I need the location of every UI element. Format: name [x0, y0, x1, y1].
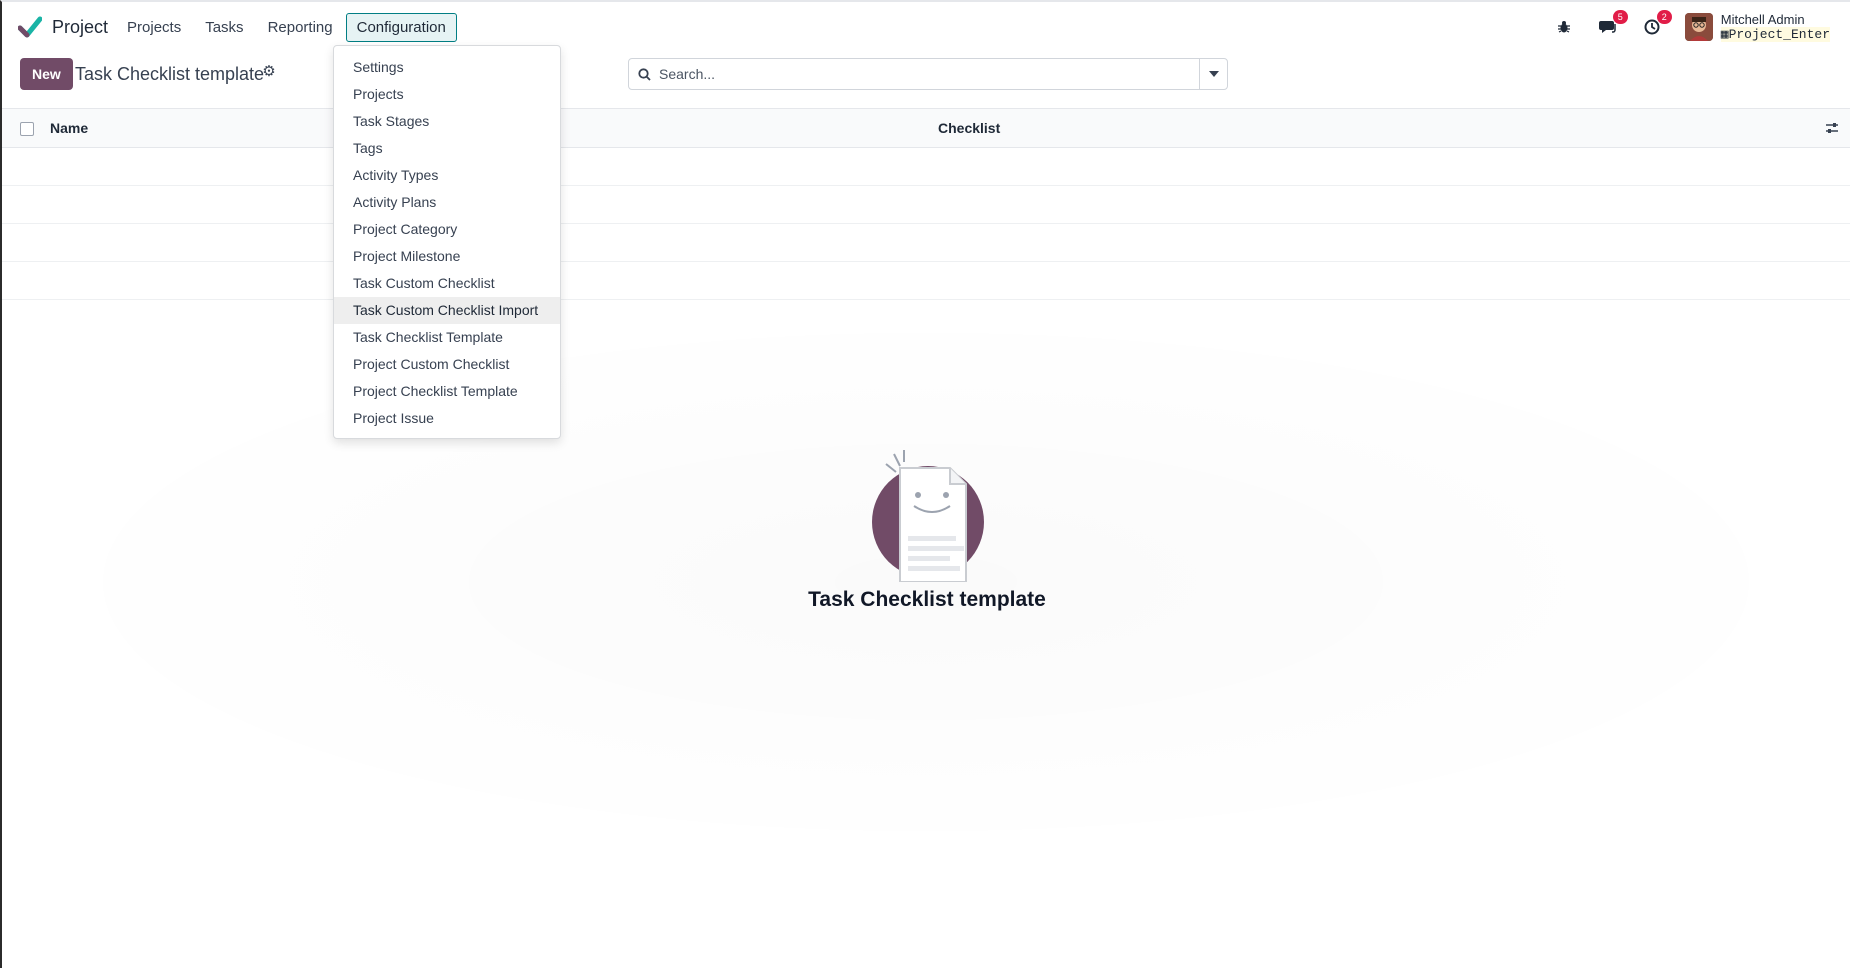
user-menu[interactable]: Mitchell Admin ▦Project_Enter [1720, 12, 1830, 42]
empty-state-backdrop [2, 302, 1850, 862]
menu-item-task-custom-checklist-import[interactable]: Task Custom Checklist Import [334, 297, 560, 324]
user-name: Mitchell Admin [1720, 12, 1805, 27]
app-brand[interactable]: Project [18, 16, 108, 38]
chat-icon[interactable]: 5 [1597, 10, 1628, 38]
systray: 5 2 Mitchell Admin ▦Project_Enter [1553, 2, 1850, 52]
menu-item-project-milestone[interactable]: Project Milestone [334, 243, 560, 270]
top-navbar: Project Projects Tasks Reporting Configu… [2, 2, 1850, 52]
empty-list-row [2, 148, 1850, 186]
page-title: Task Checklist template [75, 64, 265, 84]
menu-item-task-checklist-template[interactable]: Task Checklist Template [334, 324, 560, 351]
column-header-name[interactable]: Name [50, 120, 88, 136]
app-logo-icon [18, 16, 42, 38]
user-avatar[interactable] [1684, 13, 1713, 41]
database-name: ▦Project_Enter [1720, 27, 1830, 42]
empty-list-row [2, 186, 1850, 224]
activities-badge: 2 [1656, 10, 1672, 24]
empty-list-row [2, 262, 1850, 300]
menu-item-task-custom-checklist[interactable]: Task Custom Checklist [334, 270, 560, 297]
menu-reporting[interactable]: Reporting [257, 13, 344, 42]
database-label: Project_Enter [1728, 27, 1830, 42]
app-window: Project Projects Tasks Reporting Configu… [0, 0, 1850, 968]
empty-list-row [2, 224, 1850, 262]
menu-projects[interactable]: Projects [116, 13, 192, 42]
menu-tasks[interactable]: Tasks [194, 13, 254, 42]
menu-item-projects[interactable]: Projects [334, 81, 560, 108]
menu-item-tags[interactable]: Tags [334, 135, 560, 162]
bug-icon[interactable] [1553, 16, 1575, 38]
main-menu: Projects Tasks Reporting Configuration [116, 12, 459, 42]
clock-icon[interactable]: 2 [1641, 10, 1672, 38]
settings-gear-icon[interactable]: ⚙ [260, 62, 278, 80]
new-button[interactable]: New [20, 58, 73, 90]
configuration-dropdown: Settings Projects Task Stages Tags Activ… [333, 45, 561, 439]
menu-item-project-checklist-template[interactable]: Project Checklist Template [334, 378, 560, 405]
menu-item-project-custom-checklist[interactable]: Project Custom Checklist [334, 351, 560, 378]
messages-badge: 5 [1612, 10, 1628, 24]
menu-item-activity-types[interactable]: Activity Types [334, 162, 560, 189]
menu-item-project-issue[interactable]: Project Issue [334, 405, 560, 432]
list-header: Name Checklist [2, 108, 1850, 148]
empty-document-icon [872, 450, 984, 582]
select-all-checkbox[interactable] [20, 122, 34, 136]
empty-state-title: Task Checklist template [808, 588, 1046, 611]
control-panel: New Task Checklist template ⚙ [2, 52, 1850, 108]
app-name[interactable]: Project [52, 17, 108, 38]
search-icon [629, 67, 659, 81]
column-options-icon[interactable] [1824, 120, 1842, 138]
menu-item-task-stages[interactable]: Task Stages [334, 108, 560, 135]
caret-down-icon[interactable] [1199, 59, 1227, 89]
menu-configuration[interactable]: Configuration [345, 12, 457, 42]
menu-item-project-category[interactable]: Project Category [334, 216, 560, 243]
menu-item-activity-plans[interactable]: Activity Plans [334, 189, 560, 216]
search-input[interactable] [659, 66, 1199, 82]
column-header-checklist[interactable]: Checklist [938, 120, 1000, 136]
menu-item-settings[interactable]: Settings [334, 54, 560, 81]
search-bar [628, 58, 1228, 90]
